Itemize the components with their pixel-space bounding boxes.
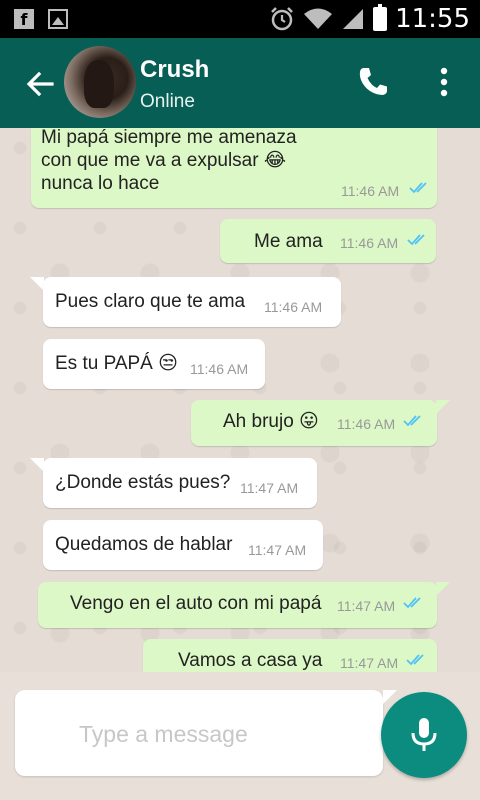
notification-icons: f xyxy=(14,9,68,29)
message-line: nunca lo hace xyxy=(41,173,160,194)
more-vert-icon[interactable] xyxy=(434,64,454,100)
read-ticks-icon xyxy=(406,654,424,666)
bubble-tail xyxy=(30,458,44,472)
alarm-icon xyxy=(271,7,293,31)
message-time: 11:47 AM xyxy=(248,542,307,558)
read-ticks-icon xyxy=(409,182,427,194)
bubble-tail xyxy=(436,400,450,414)
read-ticks-icon xyxy=(407,234,425,246)
message-text: Es tu PAPÁ 😒 xyxy=(55,353,178,374)
message-outgoing[interactable]: Vengo en el auto con mi papá 11:47 AM xyxy=(38,582,437,628)
message-time: 11:46 AM xyxy=(337,416,396,432)
system-icons: 11:55 xyxy=(269,4,470,34)
contact-name[interactable]: Crush xyxy=(140,56,209,84)
wifi-icon xyxy=(304,8,333,29)
message-text: Mi papá siempre me amenaza con que me va… xyxy=(41,128,321,195)
mic-icon xyxy=(411,718,437,751)
avatar[interactable] xyxy=(64,46,136,118)
chat-area[interactable]: Mi papá siempre me amenaza con que me va… xyxy=(0,128,480,672)
message-text: Ah brujo 😛 xyxy=(223,411,319,432)
message-incoming[interactable]: Es tu PAPÁ 😒 11:46 AM xyxy=(43,339,265,389)
message-text: Me ama xyxy=(254,231,323,252)
message-composer[interactable] xyxy=(15,690,397,776)
contact-status: Online xyxy=(140,91,195,112)
message-text: Pues claro que te ama xyxy=(55,291,246,312)
message-incoming[interactable]: Pues claro que te ama 11:46 AM xyxy=(43,277,341,327)
message-text: ¿Donde estás pues? xyxy=(55,472,231,493)
message-time: 11:46 AM xyxy=(264,299,323,315)
message-text: Quedamos de hablar xyxy=(55,534,233,555)
message-outgoing[interactable]: Vamos a casa ya 11:47 AM xyxy=(143,639,437,672)
signal-icon xyxy=(343,9,364,29)
message-incoming[interactable]: ¿Donde estás pues? 11:47 AM xyxy=(43,458,317,508)
read-ticks-icon xyxy=(403,597,421,609)
message-text: Vamos a casa ya xyxy=(178,650,323,671)
back-arrow-icon[interactable] xyxy=(22,66,58,102)
clock: 11:55 xyxy=(395,4,470,34)
read-ticks-icon xyxy=(403,415,421,427)
message-line: Mi papá siempre me amenaza xyxy=(41,128,297,148)
message-input[interactable] xyxy=(79,718,369,750)
phone-icon[interactable] xyxy=(355,64,391,100)
message-incoming[interactable]: Quedamos de hablar 11:47 AM xyxy=(43,520,323,570)
mic-button[interactable] xyxy=(381,692,467,778)
bubble-tail xyxy=(436,582,450,596)
battery-icon xyxy=(373,4,388,31)
message-time: 11:47 AM xyxy=(337,598,396,614)
gallery-icon xyxy=(48,9,68,29)
message-time: 11:47 AM xyxy=(340,655,399,671)
message-outgoing[interactable]: Ah brujo 😛 11:46 AM xyxy=(191,400,437,446)
chat-header: Crush Online xyxy=(0,38,480,128)
message-time: 11:46 AM xyxy=(341,183,400,199)
bubble-tail xyxy=(30,277,44,291)
message-outgoing[interactable]: Me ama 11:46 AM xyxy=(220,219,436,263)
message-line: con que me va a expulsar 😂 xyxy=(41,150,287,171)
facebook-icon: f xyxy=(14,9,34,29)
status-bar: f 11:55 xyxy=(0,0,480,38)
message-text: Vengo en el auto con mi papá xyxy=(70,593,322,614)
message-time: 11:46 AM xyxy=(340,235,399,251)
message-outgoing[interactable]: Mi papá siempre me amenaza con que me va… xyxy=(31,128,437,208)
message-time: 11:46 AM xyxy=(190,361,249,377)
message-time: 11:47 AM xyxy=(240,480,299,496)
